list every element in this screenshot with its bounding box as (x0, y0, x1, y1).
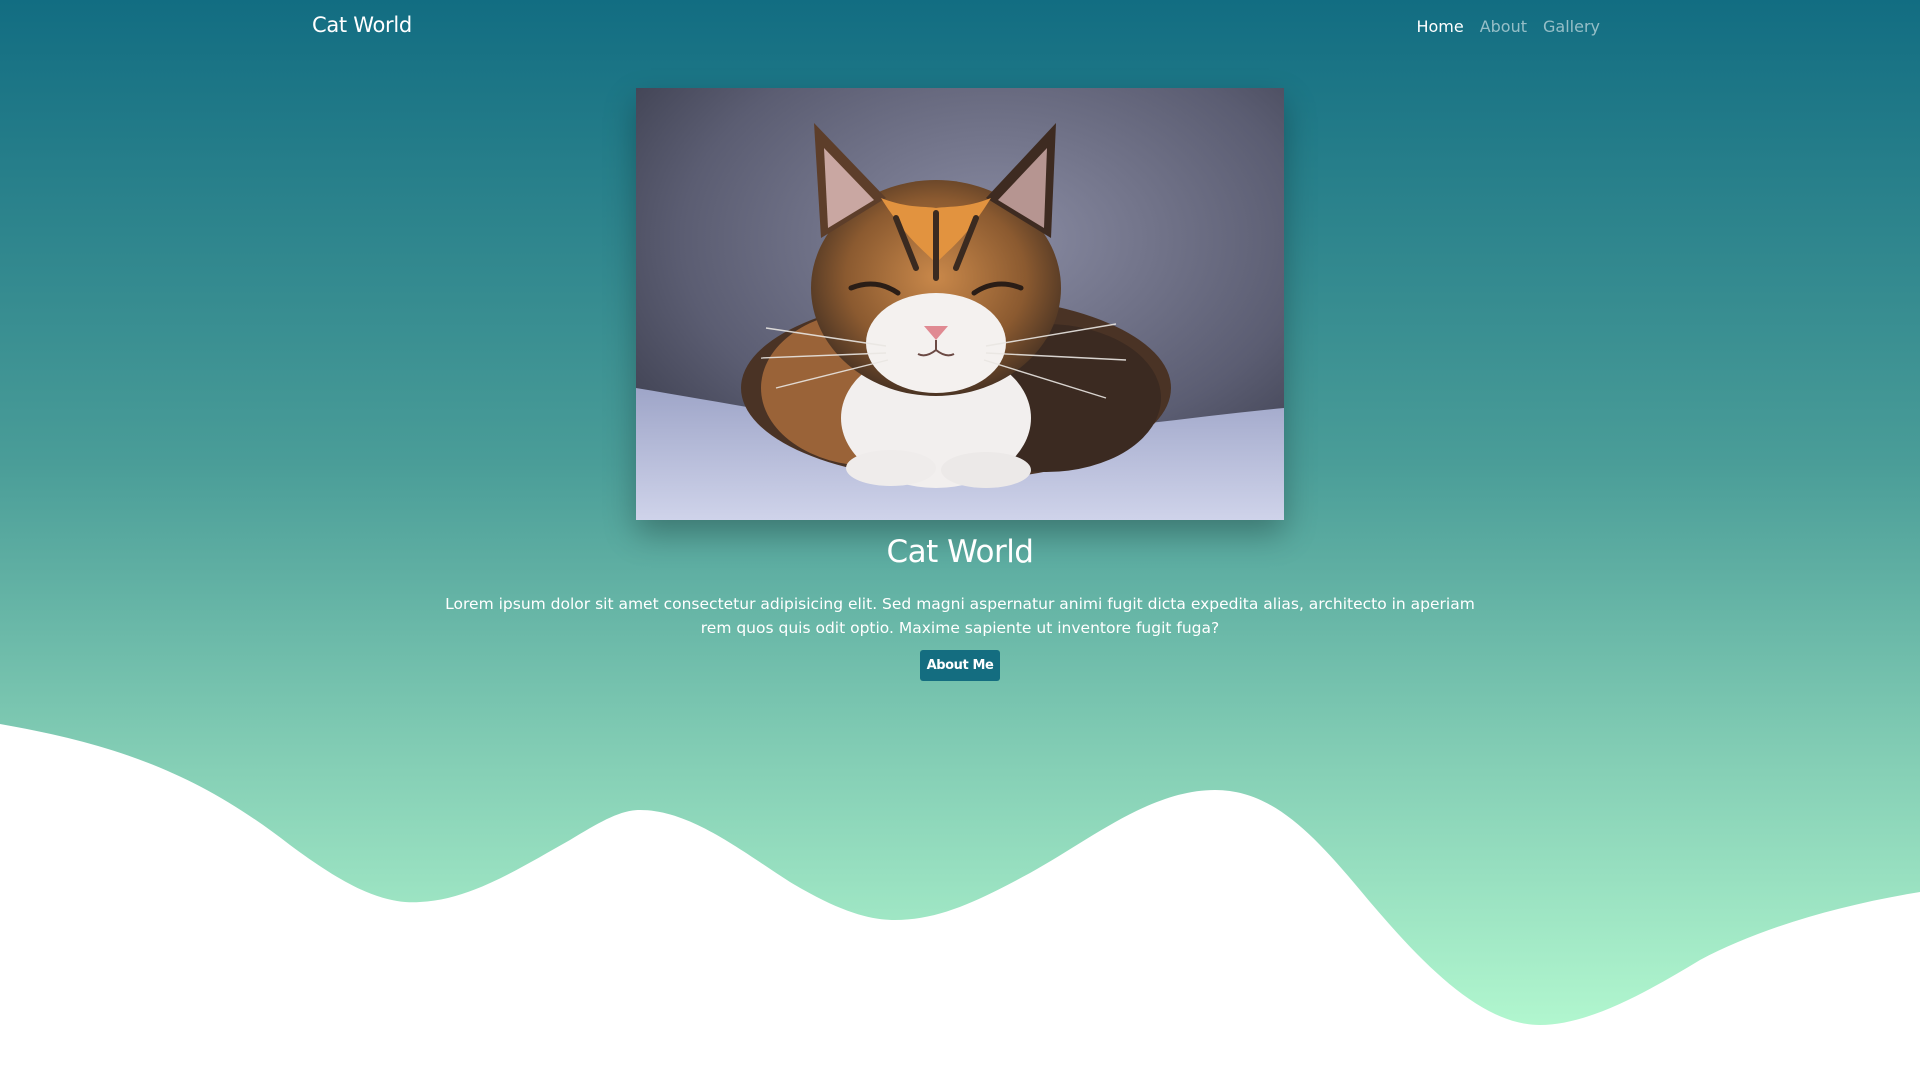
nav-link-home[interactable]: Home (1416, 17, 1463, 36)
nav-link-gallery[interactable]: Gallery (1543, 17, 1600, 36)
cat-photo (636, 88, 1284, 520)
navbar: Cat World Home About Gallery (0, 0, 1920, 56)
brand-link[interactable]: Cat World (312, 13, 412, 37)
nav-links: Home About Gallery (1416, 17, 1600, 36)
hero-title: Cat World (886, 534, 1035, 570)
nav-link-about[interactable]: About (1480, 17, 1527, 36)
about-me-button[interactable]: About Me (920, 650, 1000, 681)
hero-image (636, 88, 1284, 520)
hero-description: Lorem ipsum dolor sit amet consectetur a… (445, 595, 1475, 637)
page: Cat World Home About Gallery Cat World L… (0, 0, 1920, 1080)
